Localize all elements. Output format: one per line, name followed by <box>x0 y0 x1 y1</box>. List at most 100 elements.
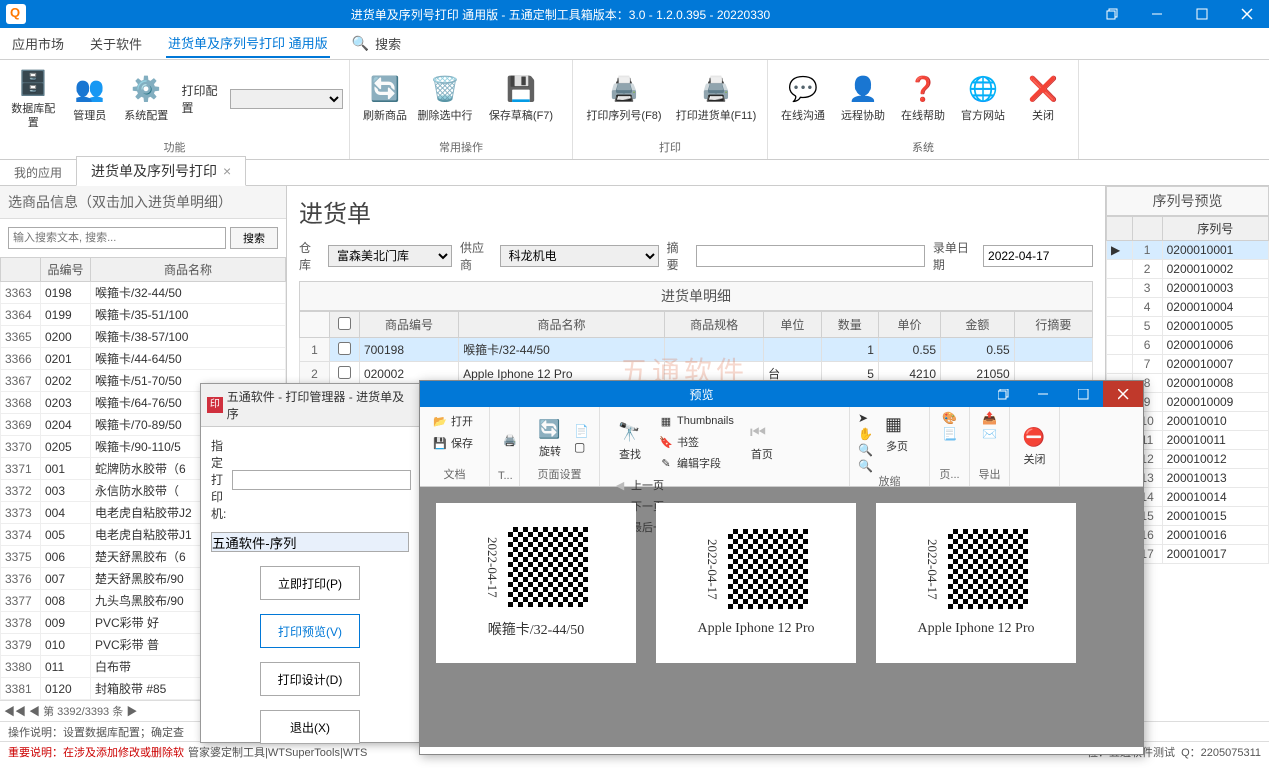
bookmark-icon: 🔖 <box>658 434 674 450</box>
print-dialog-title: 五通软件 - 打印管理器 - 进货单及序 <box>227 388 413 422</box>
prev-page-button[interactable]: ◀上一页 <box>608 475 679 495</box>
supplier-select[interactable]: 科龙机电 <box>500 245 659 267</box>
warehouse-select[interactable]: 富森美北门库 <box>328 245 452 267</box>
save-button[interactable]: 💾保存 <box>428 433 477 453</box>
product-row[interactable]: 33630198喉箍卡/32-44/50 <box>1 282 286 304</box>
product-row[interactable]: 33640199喉箍卡/35-51/100 <box>1 304 286 326</box>
print-now-button[interactable]: 立即打印(P) <box>260 566 360 600</box>
template-input[interactable] <box>211 532 409 552</box>
edit-icon: ✎ <box>658 455 674 471</box>
select-all-checkbox[interactable] <box>338 317 351 330</box>
preview-close-icon[interactable] <box>1103 381 1143 407</box>
pointer-icon[interactable]: ➤ <box>858 411 873 425</box>
online-chat-button[interactable]: 💬在线沟通 <box>774 65 832 133</box>
pager-prev[interactable]: ◀◀ ◀ <box>4 706 40 718</box>
serial-row[interactable]: 50200010005 <box>1107 317 1269 336</box>
page-setup-icon[interactable]: 📄 <box>574 424 589 438</box>
admin-button[interactable]: 👥管理员 <box>62 65 116 133</box>
save-draft-button[interactable]: 💾保存草稿(F7) <box>476 65 566 133</box>
row-checkbox[interactable] <box>338 342 351 355</box>
tab-print-module[interactable]: 进货单及序列号打印× <box>76 156 246 186</box>
menu-about[interactable]: 关于软件 <box>88 30 144 57</box>
thumbnails-button[interactable]: ▦Thumbnails <box>654 411 738 431</box>
preview-title: 预览 <box>420 386 983 403</box>
bookmark-button[interactable]: 🔖书签 <box>654 432 738 452</box>
detail-row[interactable]: 1700198喉箍卡/32-44/5010.550.55 <box>299 338 1092 362</box>
page-color-icon[interactable]: 🎨 <box>942 411 957 425</box>
print-button[interactable]: 🖨️ <box>498 431 522 451</box>
preview-min-icon[interactable] <box>1023 381 1063 407</box>
close-icon: ⛔ <box>1023 427 1047 451</box>
hand-icon[interactable]: ✋ <box>858 427 873 441</box>
print-exit-button[interactable]: 退出(X) <box>260 710 360 744</box>
detail-grid-title: 进货单明细 <box>299 281 1093 311</box>
product-search-input[interactable] <box>8 227 226 249</box>
serial-row[interactable]: 30200010003 <box>1107 279 1269 298</box>
menu-search[interactable]: 搜索 <box>373 30 403 57</box>
minimize-icon[interactable] <box>1134 0 1179 28</box>
preview-restore-icon[interactable] <box>983 381 1023 407</box>
many-pages-button[interactable]: ▦多页 <box>875 414 919 454</box>
serial-row[interactable]: 40200010004 <box>1107 298 1269 317</box>
preview-close-button[interactable]: ⛔关闭 <box>1018 427 1051 467</box>
print-serial-button[interactable]: 🖨️打印序列号(F8) <box>579 65 669 133</box>
pager-next[interactable]: ▶ <box>126 706 137 718</box>
edit-field-button[interactable]: ✎编辑字段 <box>654 453 738 473</box>
rotate-button[interactable]: 🔄旋转 <box>528 419 572 459</box>
menu-app-market[interactable]: 应用市场 <box>10 30 66 57</box>
preview-max-icon[interactable] <box>1063 381 1103 407</box>
zoom-dropdown[interactable]: 🔍 <box>858 459 873 473</box>
restore-down-icon[interactable] <box>1089 0 1134 28</box>
serial-row[interactable]: 60200010006 <box>1107 336 1269 355</box>
close-icon: ❌ <box>1027 74 1059 106</box>
menu-print-module[interactable]: 进货单及序列号打印 通用版 <box>166 29 330 58</box>
save-icon: 💾 <box>505 74 537 106</box>
watermark-icon[interactable]: 📃 <box>942 427 957 441</box>
col-name: 商品名称 <box>91 258 286 282</box>
serial-row[interactable]: ▶10200010001 <box>1107 241 1269 260</box>
close-app-button[interactable]: ❌关闭 <box>1014 65 1072 133</box>
qr-code <box>728 529 808 609</box>
first-page-button[interactable]: ⏮首页 <box>740 422 784 462</box>
close-icon[interactable] <box>1224 0 1269 28</box>
open-button[interactable]: 📂打开 <box>428 411 477 431</box>
help-icon: ❓ <box>907 74 939 106</box>
save-icon: 💾 <box>432 435 448 451</box>
col-rownum <box>1 258 41 282</box>
db-config-button[interactable]: 🗄️数据库配置 <box>6 65 60 133</box>
sys-config-button[interactable]: ⚙️系统配置 <box>119 65 173 133</box>
date-input[interactable] <box>983 245 1093 267</box>
official-site-button[interactable]: 🌐官方网站 <box>954 65 1012 133</box>
product-row[interactable]: 33650200喉箍卡/38-57/100 <box>1 326 286 348</box>
print-preview-button[interactable]: 打印预览(V) <box>260 614 360 648</box>
zoom-icon[interactable]: 🔍 <box>858 443 873 457</box>
printer-input[interactable] <box>232 470 411 490</box>
delete-row-icon: 🗑️ <box>429 74 461 106</box>
online-help-button[interactable]: ❓在线帮助 <box>894 65 952 133</box>
thumbs-icon: ▦ <box>658 413 674 429</box>
print-receipt-button[interactable]: 🖨️打印进货单(F11) <box>671 65 761 133</box>
margin-icon[interactable]: ▢ <box>574 440 589 454</box>
tab-close-icon[interactable]: × <box>223 163 231 179</box>
maximize-icon[interactable] <box>1179 0 1224 28</box>
product-search-button[interactable]: 搜索 <box>230 227 278 249</box>
print-config-select[interactable] <box>230 89 343 109</box>
row-checkbox[interactable] <box>338 366 351 379</box>
folder-open-icon: 📂 <box>432 413 448 429</box>
print-design-button[interactable]: 打印设计(D) <box>260 662 360 696</box>
email-icon[interactable]: ✉️ <box>982 427 997 441</box>
remote-assist-button[interactable]: 👤远程协助 <box>834 65 892 133</box>
export-icon[interactable]: 📤 <box>982 411 997 425</box>
summary-input[interactable] <box>696 245 925 267</box>
refresh-products-button[interactable]: 🔄刷新商品 <box>356 65 414 133</box>
serial-row[interactable]: 70200010007 <box>1107 355 1269 374</box>
printer-label: 指定打印机: <box>211 437 226 522</box>
qr-code <box>508 527 588 607</box>
find-button[interactable]: 🔭查找 <box>608 422 652 462</box>
serial-preview-title: 序列号预览 <box>1106 186 1269 216</box>
label-preview: 2022-04-17喉箍卡/32-44/50 <box>436 503 636 663</box>
serial-row[interactable]: 20200010002 <box>1107 260 1269 279</box>
product-row[interactable]: 33660201喉箍卡/44-64/50 <box>1 348 286 370</box>
tab-my-apps[interactable]: 我的应用 <box>0 160 76 185</box>
delete-row-button[interactable]: 🗑️删除选中行 <box>416 65 474 133</box>
